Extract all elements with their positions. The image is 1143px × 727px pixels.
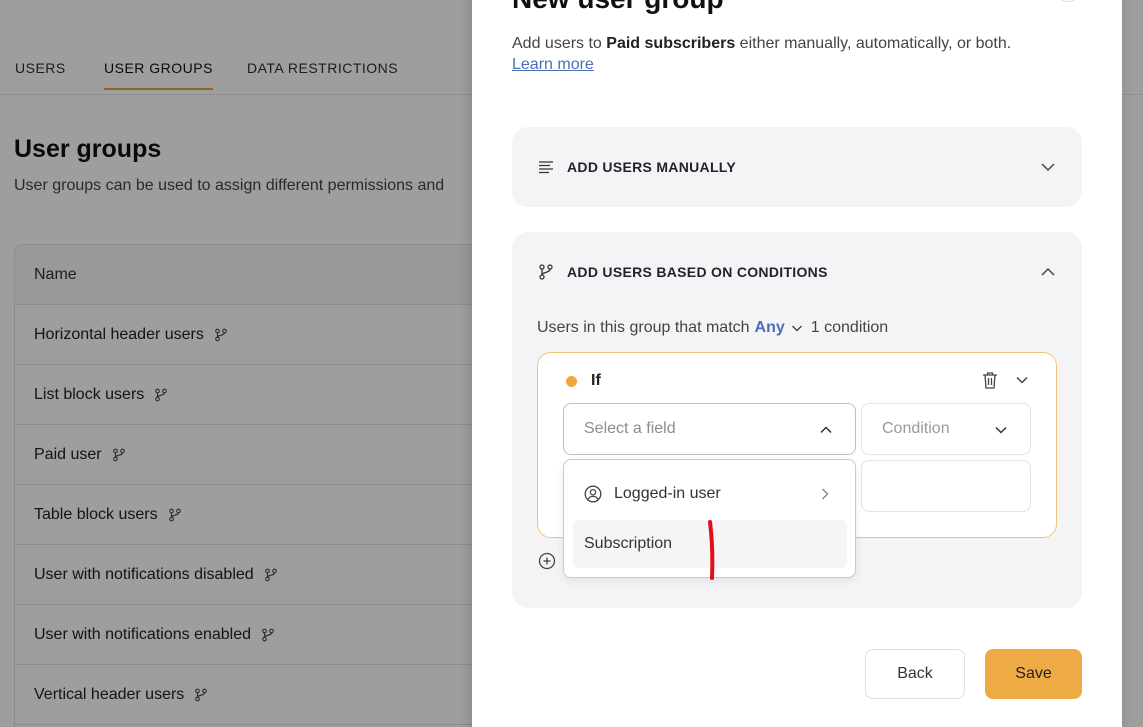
- add-users-conditions-label: ADD USERS BASED ON CONDITIONS: [567, 264, 828, 280]
- group-name: Paid subscribers: [606, 35, 736, 52]
- select-field-placeholder: Select a field: [584, 420, 676, 437]
- status-dot: [566, 376, 577, 387]
- modal-description: Add users to Paid subscribers either man…: [512, 32, 1011, 56]
- match-rule: Users in this group that match Any 1 con…: [537, 319, 888, 337]
- condition-placeholder: Condition: [882, 420, 950, 437]
- description-suffix: either manually, automatically, or both.: [735, 35, 1012, 52]
- new-user-group-modal: New user group Add users to Paid subscri…: [472, 0, 1122, 727]
- chevron-up-icon[interactable]: [1040, 264, 1056, 280]
- learn-more-link[interactable]: Learn more: [512, 56, 594, 74]
- add-users-manually-section: ADD USERS MANUALLY: [512, 127, 1082, 207]
- description-prefix: Add users to: [512, 35, 607, 52]
- trash-icon[interactable]: [982, 371, 998, 389]
- chevron-down-icon[interactable]: [1040, 159, 1056, 175]
- user-circle-icon: [584, 485, 602, 503]
- condition-count: 1 condition: [810, 319, 889, 336]
- value-input[interactable]: [861, 460, 1031, 512]
- dropdown-item-logged-in-user[interactable]: Logged-in user: [573, 470, 847, 518]
- chevron-up-icon: [820, 426, 832, 434]
- plus-circle-icon[interactable]: [538, 552, 556, 570]
- chevron-right-icon: [822, 488, 829, 500]
- add-users-manually-header[interactable]: ADD USERS MANUALLY: [538, 159, 736, 175]
- add-users-conditions-header[interactable]: ADD USERS BASED ON CONDITIONS: [538, 264, 828, 280]
- chevron-down-icon[interactable]: [791, 322, 803, 334]
- chevron-down-icon[interactable]: [1015, 373, 1029, 387]
- back-button[interactable]: Back: [865, 649, 965, 699]
- annotation-mark: [708, 520, 715, 580]
- dropdown-item-label: Logged-in user: [614, 485, 721, 502]
- match-prefix: Users in this group that match: [537, 319, 750, 336]
- match-mode-select[interactable]: Any: [755, 319, 785, 337]
- select-field-dropdown[interactable]: Select a field: [563, 403, 856, 455]
- save-button[interactable]: Save: [985, 649, 1082, 699]
- modal-title: New user group: [512, 0, 724, 16]
- list-icon: [539, 161, 553, 174]
- condition-dropdown[interactable]: Condition: [861, 403, 1031, 455]
- chevron-down-icon: [995, 426, 1007, 434]
- if-label: If: [591, 372, 601, 389]
- close-icon[interactable]: [1054, 0, 1082, 2]
- dropdown-item-label: Subscription: [584, 535, 673, 552]
- add-users-manually-label: ADD USERS MANUALLY: [567, 159, 737, 175]
- branch-icon: [539, 264, 553, 280]
